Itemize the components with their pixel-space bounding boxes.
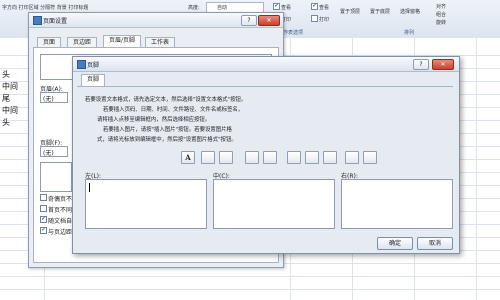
file-path-icon[interactable] bbox=[287, 151, 301, 164]
instruction-line-1: 若要设置文本格式，请先选定文本，然后选择"设置文本格式"按钮。 bbox=[85, 97, 247, 103]
instruction-line-4: 若要插入图片，请按"插入图片"按钮。若要设置图片格 bbox=[103, 127, 232, 133]
bring-forward-button[interactable]: 置于顶层 bbox=[340, 8, 360, 15]
app-icon bbox=[33, 16, 42, 25]
arrange-group-label: 排列 bbox=[404, 30, 415, 36]
footer-select-value: (无) bbox=[43, 150, 54, 157]
align-button[interactable]: 对齐 bbox=[436, 3, 446, 10]
page-setup-title: 页面设置 bbox=[43, 18, 68, 25]
insert-picture-icon[interactable] bbox=[345, 151, 359, 164]
cell-a3[interactable]: 尾 bbox=[2, 93, 10, 104]
view-headings-checkbox[interactable]: ✔ bbox=[311, 3, 318, 10]
help-icon[interactable]: ? bbox=[241, 15, 257, 26]
odd-even-checkbox[interactable] bbox=[40, 194, 47, 201]
ok-button[interactable]: 确定 bbox=[377, 237, 413, 250]
selection-pane-button[interactable]: 选择窗格 bbox=[400, 8, 420, 15]
help-icon[interactable]: ? bbox=[413, 59, 429, 70]
left-section-textarea[interactable] bbox=[85, 179, 207, 229]
format-text-icon[interactable]: A bbox=[181, 151, 195, 164]
right-section-textarea[interactable] bbox=[341, 179, 453, 229]
file-name-icon[interactable] bbox=[305, 151, 319, 164]
footer-titlebar: 页脚 ? ✕ bbox=[73, 57, 459, 72]
grid-row-line bbox=[0, 276, 500, 277]
print-headings-label: 打印 bbox=[319, 17, 330, 23]
rotate-button[interactable]: 旋转 bbox=[436, 19, 446, 26]
group-button[interactable]: 组合 bbox=[436, 11, 446, 18]
format-picture-icon[interactable] bbox=[363, 151, 377, 164]
header-select-value: (无) bbox=[43, 96, 54, 103]
ribbon-page-setup-items[interactable]: 字方向 打印区域 分隔符 背景 打印标题 bbox=[2, 4, 88, 11]
cell-a4[interactable]: 中间 bbox=[2, 105, 18, 116]
page-number-icon[interactable] bbox=[201, 151, 215, 164]
send-back-button[interactable]: 置于底层 bbox=[370, 8, 390, 15]
scale-with-doc-checkbox[interactable]: ✔ bbox=[40, 216, 47, 223]
time-icon[interactable] bbox=[263, 151, 277, 164]
cancel-button[interactable]: 取消 bbox=[417, 237, 453, 250]
page-setup-titlebar: 页面设置 ? ✕ bbox=[29, 13, 283, 28]
close-icon[interactable]: ✕ bbox=[432, 59, 454, 70]
grid-row-line bbox=[0, 289, 500, 290]
footer-dialog: 页脚 ? ✕ 页脚 若要设置文本格式，请先选定文本，然后选择"设置文本格式"按钮… bbox=[72, 56, 460, 254]
height-value: 自动 bbox=[217, 5, 228, 11]
view-gridlines-checkbox[interactable]: ✔ bbox=[273, 3, 280, 10]
text-cursor bbox=[89, 183, 90, 192]
instruction-line-2: 若要插入页码、日期、时间、文件路径、文件名或标签名， bbox=[103, 107, 244, 113]
header-select[interactable]: (无) bbox=[40, 92, 68, 103]
print-headings-checkbox[interactable] bbox=[311, 15, 318, 22]
center-section-textarea[interactable] bbox=[213, 179, 335, 229]
app-icon bbox=[77, 60, 86, 69]
instruction-line-3: 请将插入点移至编辑框内，然后选择相应按钮。 bbox=[97, 117, 211, 123]
date-icon[interactable] bbox=[245, 151, 259, 164]
instruction-line-5: 式，请将光标放到编辑框中，然后按"设置图片格式"按钮。 bbox=[97, 137, 237, 143]
cell-a1[interactable]: 头 bbox=[2, 69, 10, 80]
cell-a5[interactable]: 头 bbox=[2, 117, 10, 128]
close-icon[interactable]: ✕ bbox=[258, 15, 280, 26]
cell-a2[interactable]: 中间 bbox=[2, 81, 18, 92]
footer-dialog-title: 页脚 bbox=[87, 62, 100, 69]
first-page-label: 首页不同 bbox=[48, 207, 73, 214]
height-label: 高度: bbox=[188, 5, 200, 11]
view-gridlines-label: 查看 bbox=[281, 5, 292, 11]
grid-col-line bbox=[476, 38, 477, 300]
footer-select[interactable]: (无) bbox=[40, 146, 68, 157]
total-pages-icon[interactable] bbox=[219, 151, 233, 164]
view-headings-label: 查看 bbox=[319, 5, 330, 11]
footer-preview bbox=[40, 162, 72, 192]
first-page-checkbox[interactable] bbox=[40, 205, 47, 212]
sheet-options-group-label: 作表选项 bbox=[283, 30, 304, 36]
align-margins-checkbox[interactable]: ✔ bbox=[40, 227, 47, 234]
sheet-name-icon[interactable] bbox=[323, 151, 337, 164]
